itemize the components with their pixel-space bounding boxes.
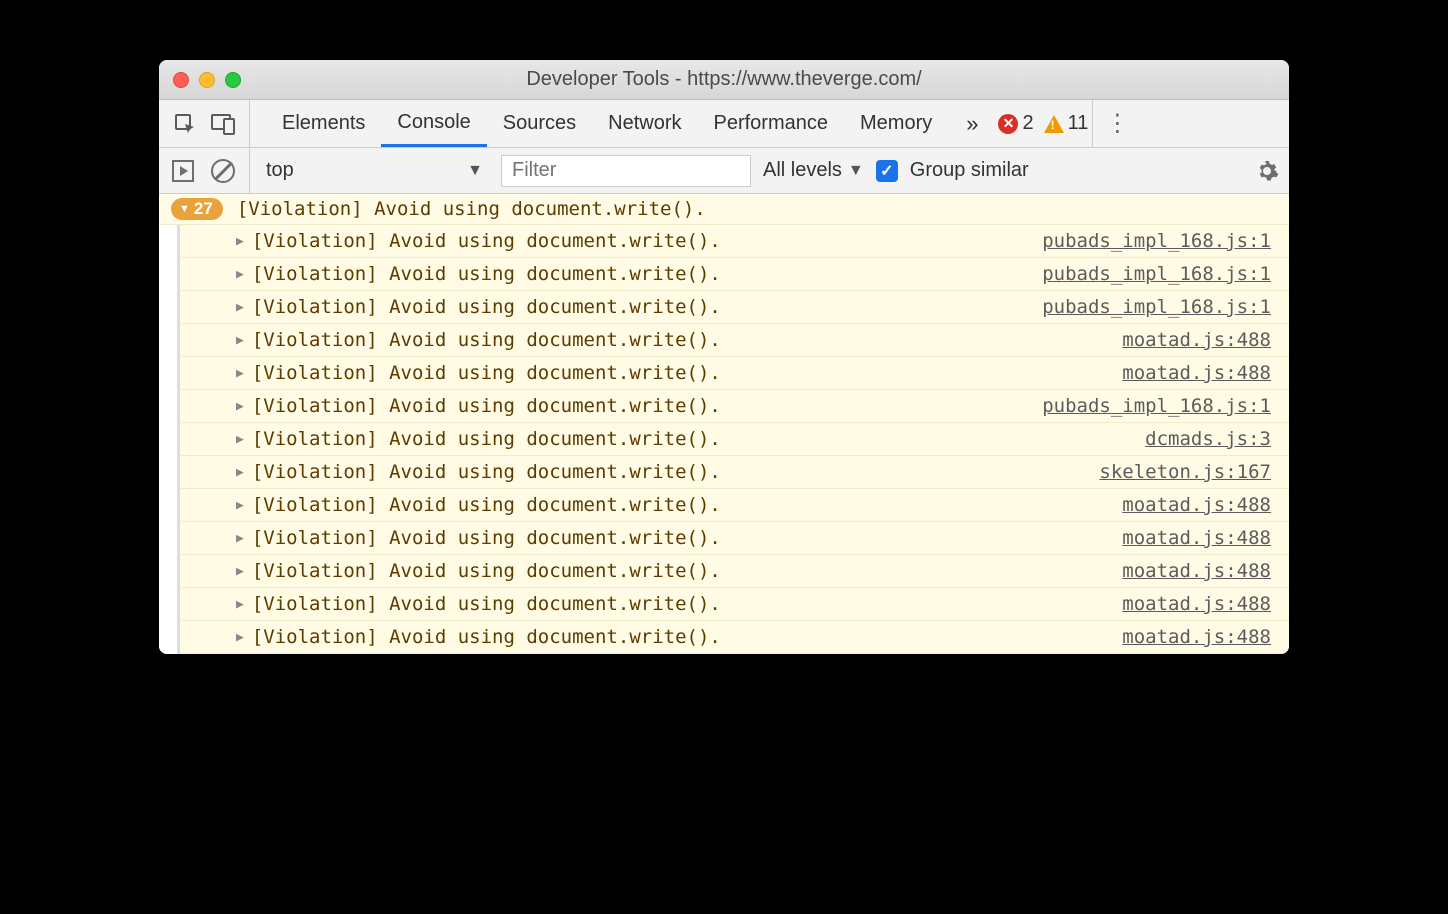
context-value: top <box>266 159 294 182</box>
log-source-link[interactable]: moatad.js:488 <box>1122 362 1271 384</box>
panel-tabs: ElementsConsoleSourcesNetworkPerformance… <box>159 100 1289 148</box>
disclosure-triangle-icon[interactable]: ▶ <box>236 333 244 348</box>
log-row[interactable]: ▶[Violation] Avoid using document.write(… <box>177 324 1289 357</box>
log-message: ▶[Violation] Avoid using document.write(… <box>236 593 721 615</box>
settings-icon[interactable] <box>1255 159 1279 183</box>
log-message: ▶[Violation] Avoid using document.write(… <box>236 296 721 318</box>
play-icon <box>172 160 194 182</box>
kebab-menu-button[interactable]: ⋮ <box>1092 100 1141 147</box>
chevron-down-icon: ▼ <box>467 162 483 180</box>
log-message: ▶[Violation] Avoid using document.write(… <box>236 494 721 516</box>
warning-count-value: 11 <box>1068 112 1089 135</box>
group-similar-label: Group similar <box>910 159 1029 182</box>
error-count-value: 2 <box>1022 112 1033 135</box>
warning-count[interactable]: 11 <box>1044 112 1089 135</box>
log-row[interactable]: ▶[Violation] Avoid using document.write(… <box>177 456 1289 489</box>
log-message: ▶[Violation] Avoid using document.write(… <box>236 461 721 483</box>
group-count-badge: 27 <box>171 198 223 220</box>
log-source-link[interactable]: moatad.js:488 <box>1122 626 1271 648</box>
show-sidebar-button[interactable] <box>169 157 197 185</box>
tab-network[interactable]: Network <box>592 100 697 147</box>
log-row[interactable]: ▶[Violation] Avoid using document.write(… <box>177 390 1289 423</box>
console-toolbar: top ▼ All levels ▼ ✓ Group similar <box>159 148 1289 194</box>
log-message: ▶[Violation] Avoid using document.write(… <box>236 626 721 648</box>
device-toolbar-icon[interactable] <box>209 110 237 138</box>
clear-console-button[interactable] <box>209 157 237 185</box>
tab-status-area: ✕ 2 11 <box>998 112 1092 135</box>
zoom-window-button[interactable] <box>225 72 241 88</box>
log-rows: ▶[Violation] Avoid using document.write(… <box>159 225 1289 654</box>
log-message: ▶[Violation] Avoid using document.write(… <box>236 362 721 384</box>
console-body: 27 [Violation] Avoid using document.writ… <box>159 194 1289 654</box>
tab-sources[interactable]: Sources <box>487 100 592 147</box>
close-window-button[interactable] <box>173 72 189 88</box>
window-title: Developer Tools - https://www.theverge.c… <box>173 68 1275 91</box>
log-source-link[interactable]: moatad.js:488 <box>1122 560 1271 582</box>
disclosure-triangle-icon[interactable]: ▶ <box>236 267 244 282</box>
chevron-down-icon: ▼ <box>848 162 864 180</box>
log-message: ▶[Violation] Avoid using document.write(… <box>236 395 721 417</box>
disclosure-triangle-icon[interactable]: ▶ <box>236 498 244 513</box>
tab-performance[interactable]: Performance <box>698 100 845 147</box>
log-row[interactable]: ▶[Violation] Avoid using document.write(… <box>177 258 1289 291</box>
disclosure-triangle-icon[interactable]: ▶ <box>236 399 244 414</box>
disclosure-triangle-icon[interactable]: ▶ <box>236 366 244 381</box>
log-message: ▶[Violation] Avoid using document.write(… <box>236 230 721 252</box>
minimize-window-button[interactable] <box>199 72 215 88</box>
context-selector[interactable]: top ▼ <box>249 148 489 193</box>
log-source-link[interactable]: moatad.js:488 <box>1122 494 1271 516</box>
log-row[interactable]: ▶[Violation] Avoid using document.write(… <box>177 291 1289 324</box>
log-row[interactable]: ▶[Violation] Avoid using document.write(… <box>177 621 1289 654</box>
filter-input[interactable] <box>501 155 751 187</box>
warning-icon <box>1044 115 1064 133</box>
tab-elements[interactable]: Elements <box>266 100 381 147</box>
log-levels-selector[interactable]: All levels ▼ <box>763 159 864 182</box>
disclosure-triangle-icon[interactable]: ▶ <box>236 432 244 447</box>
levels-label: All levels <box>763 159 842 182</box>
disclosure-triangle-icon[interactable]: ▶ <box>236 465 244 480</box>
log-source-link[interactable]: pubads_impl_168.js:1 <box>1042 230 1271 252</box>
log-row[interactable]: ▶[Violation] Avoid using document.write(… <box>177 555 1289 588</box>
log-message: ▶[Violation] Avoid using document.write(… <box>236 527 721 549</box>
group-similar-checkbox[interactable]: ✓ <box>876 160 898 182</box>
log-row[interactable]: ▶[Violation] Avoid using document.write(… <box>177 522 1289 555</box>
message-group-header[interactable]: 27 [Violation] Avoid using document.writ… <box>159 194 1289 225</box>
window-controls <box>173 72 241 88</box>
log-source-link[interactable]: skeleton.js:167 <box>1099 461 1271 483</box>
log-source-link[interactable]: pubads_impl_168.js:1 <box>1042 263 1271 285</box>
disclosure-triangle-icon[interactable]: ▶ <box>236 300 244 315</box>
log-row[interactable]: ▶[Violation] Avoid using document.write(… <box>177 357 1289 390</box>
disclosure-triangle-icon[interactable]: ▶ <box>236 564 244 579</box>
log-source-link[interactable]: dcmads.js:3 <box>1145 428 1271 450</box>
titlebar: Developer Tools - https://www.theverge.c… <box>159 60 1289 100</box>
devtools-window: Developer Tools - https://www.theverge.c… <box>159 60 1289 654</box>
error-icon: ✕ <box>998 114 1018 134</box>
log-source-link[interactable]: moatad.js:488 <box>1122 527 1271 549</box>
log-source-link[interactable]: moatad.js:488 <box>1122 329 1271 351</box>
log-source-link[interactable]: moatad.js:488 <box>1122 593 1271 615</box>
toolbar-left-icons <box>167 100 250 147</box>
disclosure-triangle-icon[interactable]: ▶ <box>236 234 244 249</box>
log-row[interactable]: ▶[Violation] Avoid using document.write(… <box>177 489 1289 522</box>
log-row[interactable]: ▶[Violation] Avoid using document.write(… <box>177 225 1289 258</box>
clear-icon <box>211 159 235 183</box>
disclosure-triangle-icon[interactable]: ▶ <box>236 597 244 612</box>
tab-list: ElementsConsoleSourcesNetworkPerformance… <box>266 100 948 147</box>
tabs-overflow-button[interactable]: » <box>956 111 988 137</box>
log-message: ▶[Violation] Avoid using document.write(… <box>236 428 721 450</box>
log-source-link[interactable]: pubads_impl_168.js:1 <box>1042 395 1271 417</box>
log-source-link[interactable]: pubads_impl_168.js:1 <box>1042 296 1271 318</box>
log-row[interactable]: ▶[Violation] Avoid using document.write(… <box>177 588 1289 621</box>
disclosure-triangle-icon[interactable]: ▶ <box>236 630 244 645</box>
tab-console[interactable]: Console <box>381 100 486 147</box>
tab-memory[interactable]: Memory <box>844 100 948 147</box>
group-message: [Violation] Avoid using document.write()… <box>237 198 706 220</box>
log-row[interactable]: ▶[Violation] Avoid using document.write(… <box>177 423 1289 456</box>
log-message: ▶[Violation] Avoid using document.write(… <box>236 263 721 285</box>
log-message: ▶[Violation] Avoid using document.write(… <box>236 560 721 582</box>
log-message: ▶[Violation] Avoid using document.write(… <box>236 329 721 351</box>
inspect-element-icon[interactable] <box>171 110 199 138</box>
disclosure-triangle-icon[interactable]: ▶ <box>236 531 244 546</box>
error-count[interactable]: ✕ 2 <box>998 112 1033 135</box>
